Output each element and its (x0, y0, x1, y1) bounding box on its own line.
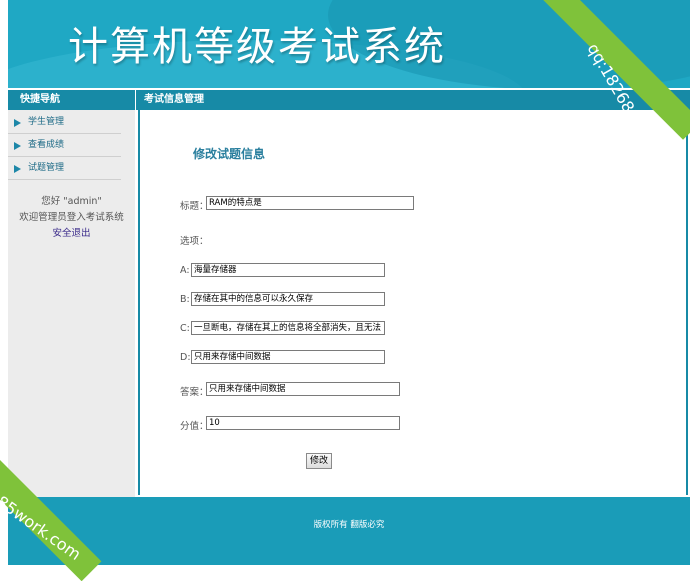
option-c-input[interactable]: 一旦断电，存储在其上的信息将全部消失，且无法 (191, 321, 385, 335)
form-title: 修改试题信息 (193, 147, 266, 161)
option-d-label: D: (180, 352, 191, 363)
sidebar-heading: 快捷导航 (8, 90, 135, 110)
sidebar-item-scores[interactable]: 查看成绩 (8, 134, 121, 157)
sidebar-item-questions[interactable]: 试题管理 (8, 157, 121, 180)
option-a-label: A: (180, 265, 190, 276)
footer: 版权所有 翻版必究 (8, 497, 690, 565)
arrow-right-icon (14, 119, 21, 127)
sidebar-item-students[interactable]: 学生管理 (8, 111, 121, 134)
answer-label: 答案： (180, 387, 209, 398)
option-b-input[interactable]: 存储在其中的信息可以永久保存 (191, 292, 385, 306)
score-input[interactable]: 10 (206, 416, 400, 430)
option-d-input[interactable]: 只用来存储中间数据 (191, 350, 385, 364)
sidebar-item-label: 查看成绩 (28, 140, 65, 150)
option-c-label: C: (180, 323, 190, 334)
submit-button[interactable]: 修改 (306, 453, 333, 469)
options-label: 选项： (180, 236, 209, 247)
page-frame: 计算机等级考试系统 快捷导航 学生管理 查看成绩 试题管理 您好 "admin"… (0, 0, 690, 581)
title-label: 标题： (180, 201, 209, 212)
site-title: 计算机等级考试系统 (68, 24, 446, 70)
logout-link[interactable]: 安全退出 (8, 226, 135, 242)
option-b-label: B: (180, 294, 190, 305)
main-heading-label: 考试信息管理 (144, 94, 204, 105)
title-input[interactable]: RAM的特点是 (206, 196, 414, 210)
option-a-input[interactable]: 海量存储器 (191, 263, 385, 277)
footer-copyright: 版权所有 翻版必究 (313, 520, 385, 530)
arrow-right-icon (14, 142, 21, 150)
user-info: 您好 "admin" 欢迎管理员登入考试系统 安全退出 (8, 194, 135, 242)
user-greeting: 您好 "admin" (41, 196, 102, 207)
answer-input[interactable]: 只用来存储中间数据 (206, 382, 400, 396)
score-label: 分值： (180, 421, 209, 432)
sidebar-item-label: 学生管理 (28, 117, 65, 127)
main-heading: 考试信息管理 (136, 90, 690, 110)
sidebar-item-label: 试题管理 (28, 163, 65, 173)
welcome-text: 欢迎管理员登入考试系统 (19, 212, 124, 223)
sidebar-heading-label: 快捷导航 (20, 94, 60, 105)
arrow-right-icon (14, 165, 21, 173)
